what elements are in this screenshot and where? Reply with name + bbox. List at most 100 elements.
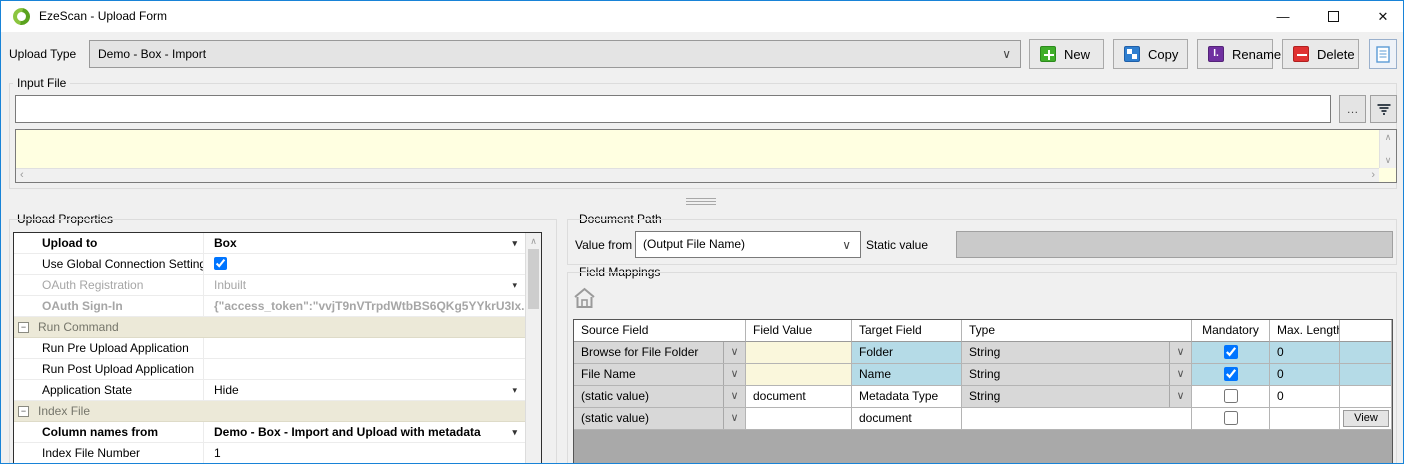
delete-button[interactable]: Delete: [1282, 39, 1359, 69]
table-row: (static value) ∨ document View: [574, 408, 1392, 430]
property-row[interactable]: Use Global Connection Settings: [14, 254, 525, 275]
max-length-cell[interactable]: 0: [1270, 386, 1340, 408]
properties-vertical-scrollbar[interactable]: ∧: [525, 233, 541, 464]
action-cell: View: [1340, 408, 1392, 430]
field-value-cell[interactable]: [746, 342, 852, 364]
use-global-settings-checkbox[interactable]: [214, 257, 227, 270]
property-group-row[interactable]: − Index File: [14, 401, 525, 422]
table-row: File Name ∨ Name String ∨ 0: [574, 364, 1392, 386]
property-row[interactable]: OAuth Sign-In {"access_token":"vvjT9nVTr…: [14, 296, 525, 317]
source-field-select[interactable]: (static value) ∨: [574, 408, 746, 430]
target-field-cell[interactable]: Metadata Type: [852, 386, 962, 408]
property-row[interactable]: Index File Number 1: [14, 443, 525, 464]
column-header[interactable]: Target Field: [852, 320, 962, 342]
property-group-row[interactable]: − Run Command: [14, 317, 525, 338]
collapse-icon[interactable]: −: [18, 322, 29, 333]
delete-icon: [1293, 46, 1309, 62]
scroll-down-icon: ∨: [1380, 155, 1396, 166]
scrollbar-thumb[interactable]: [528, 249, 539, 309]
target-field-cell[interactable]: Name: [852, 364, 962, 386]
source-field-select[interactable]: Browse for File Folder ∨: [574, 342, 746, 364]
ezescan-logo-icon: [10, 5, 34, 29]
file-notes-panel[interactable]: ∧ ∨ ‹ ›: [15, 129, 1397, 183]
maximize-button[interactable]: [1310, 1, 1356, 32]
filter-button[interactable]: [1370, 95, 1397, 123]
chevron-down-icon: ∨: [1169, 386, 1191, 407]
value-from-label: Value from: [575, 238, 632, 252]
browse-button[interactable]: …: [1339, 95, 1366, 123]
type-cell[interactable]: [962, 408, 1192, 430]
notes-horizontal-scrollbar[interactable]: ‹ ›: [16, 168, 1379, 182]
column-header[interactable]: Max. Length: [1270, 320, 1340, 342]
scroll-up-icon: ∧: [526, 236, 541, 247]
field-value-cell[interactable]: [746, 364, 852, 386]
dropdown-arrow-icon: ▾: [512, 422, 517, 443]
maximize-icon: [1328, 11, 1339, 22]
mandatory-checkbox[interactable]: [1224, 345, 1238, 359]
delete-button-label: Delete: [1317, 47, 1355, 62]
column-header[interactable]: Source Field: [574, 320, 746, 342]
field-mappings-table: Source Field Field Value Target Field Ty…: [573, 319, 1393, 464]
type-select[interactable]: String ∨: [962, 364, 1192, 386]
target-field-cell[interactable]: document: [852, 408, 962, 430]
field-value-cell[interactable]: document: [746, 386, 852, 408]
table-header-row: Source Field Field Value Target Field Ty…: [574, 320, 1392, 342]
splitter-handle[interactable]: [686, 198, 716, 207]
column-header[interactable]: [1340, 320, 1392, 342]
chevron-down-icon: ∨: [1002, 41, 1011, 67]
table-row: (static value) ∨ document Metadata Type …: [574, 386, 1392, 408]
max-length-cell[interactable]: [1270, 408, 1340, 430]
upload-type-select[interactable]: Demo - Box - Import ∨: [89, 40, 1021, 68]
view-button[interactable]: View: [1343, 410, 1389, 427]
notes-button[interactable]: [1369, 39, 1397, 69]
column-header[interactable]: Type: [962, 320, 1192, 342]
upload-type-label: Upload Type: [9, 47, 76, 61]
document-icon: [1376, 46, 1390, 63]
titlebar: EzeScan - Upload Form — ✕: [1, 1, 1403, 32]
copy-button-label: Copy: [1148, 47, 1178, 62]
minimize-button[interactable]: —: [1260, 1, 1306, 32]
mandatory-checkbox[interactable]: [1224, 411, 1238, 425]
max-length-cell[interactable]: 0: [1270, 342, 1340, 364]
ellipsis-icon: …: [1347, 102, 1359, 116]
property-row[interactable]: Run Post Upload Application: [14, 359, 525, 380]
source-field-select[interactable]: (static value) ∨: [574, 386, 746, 408]
input-file-group-label: Input File: [13, 76, 70, 90]
filter-icon: [1377, 104, 1390, 115]
mandatory-checkbox[interactable]: [1224, 389, 1238, 403]
source-field-select[interactable]: File Name ∨: [574, 364, 746, 386]
mandatory-checkbox[interactable]: [1224, 367, 1238, 381]
field-value-cell[interactable]: [746, 408, 852, 430]
mandatory-cell: [1192, 364, 1270, 386]
type-select[interactable]: String ∨: [962, 386, 1192, 408]
new-button-label: New: [1064, 47, 1090, 62]
property-row[interactable]: OAuth Registration Inbuilt ▾: [14, 275, 525, 296]
rename-button[interactable]: I. Rename: [1197, 39, 1273, 69]
static-value-label: Static value: [866, 238, 928, 252]
target-field-cell[interactable]: Folder: [852, 342, 962, 364]
property-row[interactable]: Application State Hide ▾: [14, 380, 525, 401]
dropdown-arrow-icon: ▾: [512, 233, 517, 254]
rename-button-label: Rename: [1232, 47, 1281, 62]
home-icon[interactable]: [573, 287, 596, 312]
value-from-select[interactable]: (Output File Name) ∨: [635, 231, 861, 258]
column-header[interactable]: Field Value: [746, 320, 852, 342]
close-button[interactable]: ✕: [1360, 1, 1404, 32]
collapse-icon[interactable]: −: [18, 406, 29, 417]
input-file-field[interactable]: [15, 95, 1331, 123]
window-title: EzeScan - Upload Form: [39, 1, 167, 32]
notes-vertical-scrollbar[interactable]: ∧ ∨: [1379, 130, 1396, 168]
property-row[interactable]: Run Pre Upload Application: [14, 338, 525, 359]
mandatory-cell: [1192, 342, 1270, 364]
max-length-cell[interactable]: 0: [1270, 364, 1340, 386]
new-button[interactable]: New: [1029, 39, 1104, 69]
property-row[interactable]: Column names from Demo - Box - Import an…: [14, 422, 525, 443]
chevron-down-icon: ∨: [1169, 342, 1191, 363]
dropdown-arrow-icon: ▾: [512, 275, 517, 296]
property-row[interactable]: Upload to Box ▾: [14, 233, 525, 254]
column-header[interactable]: Mandatory: [1192, 320, 1270, 342]
copy-button[interactable]: Copy: [1113, 39, 1188, 69]
type-select[interactable]: String ∨: [962, 342, 1192, 364]
ezescan-window: EzeScan - Upload Form — ✕ Upload Type De…: [0, 0, 1404, 464]
mandatory-cell: [1192, 408, 1270, 430]
